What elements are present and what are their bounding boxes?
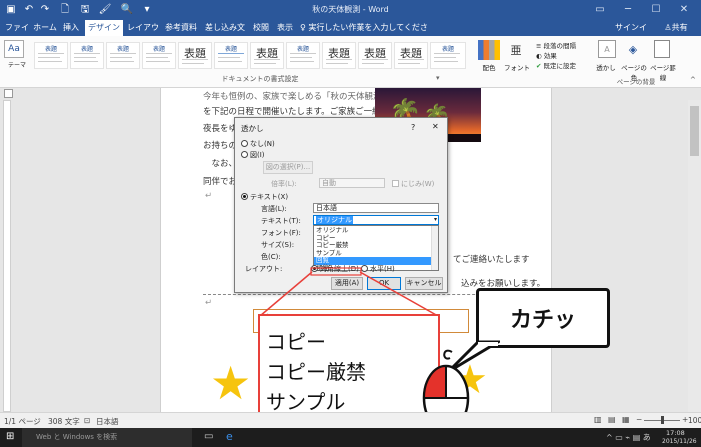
zoomed-option: コピー <box>266 330 326 354</box>
clock-date[interactable]: 2015/11/26 <box>662 438 697 445</box>
taskbar-search-box[interactable]: Web と Windows を検索 <box>22 428 192 447</box>
windows-start-icon[interactable]: ⊞ <box>6 431 14 442</box>
language-status[interactable]: 日本語 <box>96 416 119 427</box>
print-layout-icon[interactable]: ▤ <box>608 415 616 424</box>
zoomed-option: サンプル <box>266 390 346 414</box>
zoom-out-icon[interactable]: − <box>636 415 642 424</box>
proofing-icon[interactable]: ⊡ <box>84 416 90 425</box>
speech-bubble: カチッ <box>476 288 610 348</box>
edge-browser-icon[interactable]: e <box>226 430 233 443</box>
system-tray-icons[interactable]: ^ ▭ ⌁ ▤ あ <box>606 432 651 443</box>
taskbar: ⊞ Web と Windows を検索 ▭ e ^ ▭ ⌁ ▤ あ 17:08 … <box>0 428 701 447</box>
page-count[interactable]: 1/1 ページ <box>4 416 41 427</box>
read-mode-icon[interactable]: ▥ <box>594 415 602 424</box>
status-bar: 1/1 ページ 308 文字 ⊡ 日本語 ▥ ▤ ▦ − + 100% <box>0 412 701 428</box>
word-count[interactable]: 308 文字 <box>48 416 80 427</box>
zoom-slider-thumb[interactable] <box>661 416 664 424</box>
star-decoration-icon: ★ <box>210 356 252 410</box>
clock-time[interactable]: 17:08 <box>666 429 685 437</box>
web-layout-icon[interactable]: ▦ <box>622 415 630 424</box>
task-view-icon[interactable]: ▭ <box>204 431 213 442</box>
zoom-level[interactable]: 100% <box>688 416 701 425</box>
zoomed-option: コピー厳禁 <box>266 360 366 384</box>
